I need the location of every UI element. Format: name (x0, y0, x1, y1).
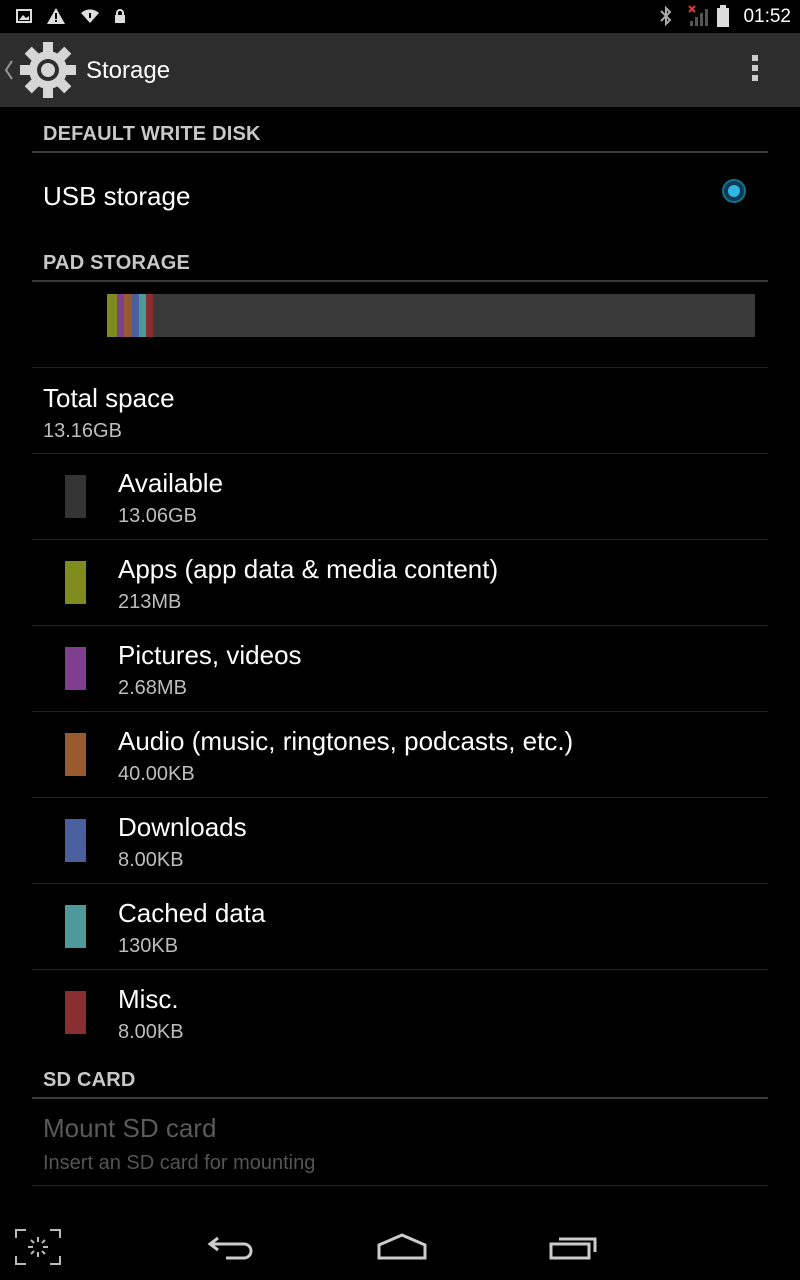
storage-item-label: Cached data (118, 898, 266, 928)
section-header-pad-storage: PAD STORAGE (32, 240, 768, 282)
usage-bar-segment (138, 294, 146, 337)
section-header-sd-card: SD CARD (32, 1057, 768, 1099)
bluetooth-icon (660, 5, 672, 27)
color-swatch (65, 647, 86, 690)
battery-icon (717, 5, 729, 27)
warning-icon (47, 8, 65, 24)
usage-bar-segment (131, 294, 139, 337)
storage-item-label: Downloads (118, 812, 247, 842)
mount-sd-card-label: Mount SD card (43, 1113, 217, 1143)
usb-storage-radio[interactable] (722, 179, 746, 203)
navigation-bar (0, 1214, 800, 1280)
storage-item-pictures-videos[interactable]: Pictures, videos 2.68MB (32, 626, 768, 712)
screenshot-icon[interactable] (14, 1228, 62, 1266)
total-space-value: 13.16GB (43, 420, 122, 442)
storage-item-size: 2.68MB (118, 677, 187, 699)
mount-sd-card-description: Insert an SD card for mounting (43, 1152, 316, 1174)
storage-item-size: 213MB (118, 591, 182, 613)
recent-apps-icon[interactable] (548, 1232, 600, 1262)
section-header-default-write-disk: DEFAULT WRITE DISK (32, 111, 768, 153)
storage-item-label: Pictures, videos (118, 640, 302, 670)
color-swatch (65, 905, 86, 948)
storage-item-available[interactable]: Available 13.06GB (32, 454, 768, 540)
storage-item-size: 40.00KB (118, 763, 195, 785)
overflow-menu-icon[interactable] (752, 55, 758, 85)
no-signal-icon (688, 5, 708, 26)
mount-sd-card[interactable]: Mount SD card Insert an SD card for moun… (32, 1099, 768, 1186)
storage-item-size: 130KB (118, 935, 179, 957)
usage-bar-segment (117, 294, 125, 337)
storage-item-size: 13.06GB (118, 505, 197, 527)
storage-item-cached-data[interactable]: Cached data 130KB (32, 884, 768, 970)
color-swatch (65, 819, 86, 862)
storage-item-apps[interactable]: Apps (app data & media content) 213MB (32, 540, 768, 626)
back-icon[interactable] (206, 1232, 256, 1262)
home-icon[interactable] (376, 1232, 428, 1262)
section-header-label: PAD STORAGE (43, 252, 191, 274)
total-space-label: Total space (43, 383, 175, 413)
color-swatch (65, 561, 86, 604)
storage-item-label: Apps (app data & media content) (118, 554, 499, 584)
up-caret-icon[interactable] (4, 57, 14, 83)
action-bar: Storage (0, 33, 800, 107)
color-swatch (65, 475, 86, 518)
storage-item-size: 8.00KB (118, 849, 184, 871)
settings-gear-icon[interactable] (18, 40, 78, 100)
page-title: Storage (86, 57, 171, 84)
storage-usage-bar (107, 294, 755, 337)
storage-item-misc[interactable]: Misc. 8.00KB (32, 970, 768, 1055)
lock-icon (115, 9, 125, 23)
usb-storage-option[interactable]: USB storage (32, 153, 768, 223)
usage-bar-segment (107, 294, 118, 337)
usb-storage-label: USB storage (43, 181, 191, 211)
color-swatch (65, 991, 86, 1034)
status-bar: 01:52 (0, 0, 800, 33)
color-swatch (65, 733, 86, 776)
storage-item-label: Available (118, 468, 224, 498)
section-header-label: SD CARD (43, 1069, 136, 1091)
storage-item-downloads[interactable]: Downloads 8.00KB (32, 798, 768, 884)
storage-usage-bar-row (32, 282, 768, 368)
wifi-icon (81, 9, 99, 23)
storage-item-label: Misc. (118, 984, 179, 1014)
section-header-label: DEFAULT WRITE DISK (43, 123, 261, 145)
storage-item-label: Audio (music, ringtones, podcasts, etc.) (118, 726, 574, 756)
usage-bar-segment (145, 294, 153, 337)
image-notification-icon (16, 9, 32, 23)
storage-item-size: 8.00KB (118, 1021, 184, 1043)
clock: 01:52 (743, 6, 791, 27)
storage-item-audio[interactable]: Audio (music, ringtones, podcasts, etc.)… (32, 712, 768, 798)
usage-bar-segment (124, 294, 132, 337)
total-space-row: Total space 13.16GB (32, 368, 768, 454)
